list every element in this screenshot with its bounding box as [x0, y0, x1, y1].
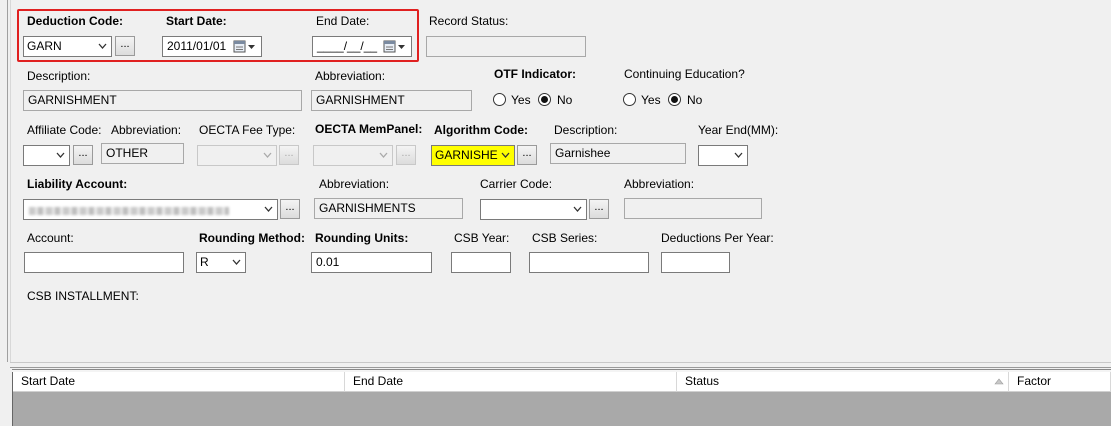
- liability-abbreviation-label: Abbreviation:: [319, 177, 390, 191]
- abbreviation-field: GARNISHMENT: [311, 90, 472, 111]
- deduction-code-value: GARN: [27, 39, 62, 53]
- carrier-code-lookup-button[interactable]: ...: [589, 199, 609, 219]
- grid-header-end-date[interactable]: End Date: [345, 372, 677, 392]
- cont-ed-no-radio[interactable]: [668, 93, 681, 106]
- deductions-per-year-label: Deductions Per Year:: [661, 231, 774, 245]
- grid-header-factor[interactable]: Factor: [1009, 372, 1111, 392]
- liability-account-select[interactable]: [23, 199, 278, 220]
- chevron-down-icon: [573, 206, 582, 212]
- carrier-code-select[interactable]: [480, 199, 587, 220]
- sort-ascending-icon: [994, 378, 1004, 385]
- deductions-per-year-input[interactable]: [661, 252, 730, 273]
- csb-year-label: CSB Year:: [454, 231, 510, 245]
- year-end-select[interactable]: [698, 145, 748, 166]
- algorithm-description-field: Garnishee: [550, 143, 686, 164]
- account-input[interactable]: [24, 252, 184, 273]
- otf-no-label: No: [557, 93, 573, 107]
- chevron-down-icon: [56, 152, 65, 158]
- year-end-label: Year End(MM):: [698, 123, 779, 137]
- rounding-units-input[interactable]: 0.01: [311, 252, 432, 273]
- rounding-method-value: R: [200, 255, 209, 269]
- description-label: Description:: [27, 69, 91, 83]
- csb-year-input[interactable]: [451, 252, 511, 273]
- oecta-fee-type-lookup-button[interactable]: ...: [279, 145, 299, 165]
- carrier-code-label: Carrier Code:: [480, 177, 553, 191]
- algorithm-code-value: GARNISHE: [435, 148, 498, 162]
- algorithm-code-select[interactable]: GARNISHE: [431, 145, 515, 166]
- chevron-down-icon: [98, 43, 107, 49]
- end-date-value: ____/__/__: [317, 39, 378, 53]
- carrier-abbreviation-field: [624, 198, 762, 219]
- otf-no-radio[interactable]: [538, 93, 551, 106]
- otf-yes-radio[interactable]: [493, 93, 506, 106]
- csb-series-input[interactable]: [529, 252, 649, 273]
- otf-yes-label: Yes: [511, 93, 531, 107]
- rounding-method-label: Rounding Method:: [199, 231, 305, 245]
- deduction-code-lookup-button[interactable]: ...: [115, 36, 135, 56]
- affiliate-code-select[interactable]: [23, 145, 70, 166]
- csb-series-label: CSB Series:: [532, 231, 598, 245]
- algorithm-description-label: Description:: [554, 123, 618, 137]
- continuing-education-label: Continuing Education?: [624, 67, 745, 81]
- csb-installment-label: CSB INSTALLMENT:: [27, 289, 139, 303]
- grid-top-border: [12, 369, 1111, 372]
- abbreviation-label: Abbreviation:: [315, 69, 386, 83]
- left-frame-line-2: [10, 0, 11, 362]
- end-date-label: End Date:: [316, 14, 370, 28]
- liability-account-lookup-button[interactable]: ...: [280, 199, 300, 219]
- panel-splitter[interactable]: [10, 362, 1111, 368]
- account-label: Account:: [27, 231, 74, 245]
- grid-header-start-date[interactable]: Start Date: [13, 372, 345, 392]
- algorithm-code-lookup-button[interactable]: ...: [517, 145, 537, 165]
- liability-account-label: Liability Account:: [27, 177, 128, 191]
- end-date-calendar-button[interactable]: [383, 39, 409, 54]
- description-field: GARNISHMENT: [23, 90, 302, 111]
- record-status-field: [426, 36, 586, 57]
- rounding-method-select[interactable]: R: [196, 252, 246, 273]
- left-frame-line: [7, 0, 8, 362]
- affiliate-abbreviation-field: OTHER: [101, 143, 184, 164]
- oecta-mempanel-lookup-button[interactable]: ...: [396, 145, 416, 165]
- affiliate-abbreviation-label: Abbreviation:: [111, 123, 182, 137]
- rounding-units-label: Rounding Units:: [315, 231, 409, 245]
- oecta-fee-type-label: OECTA Fee Type:: [199, 123, 296, 137]
- chevron-down-icon: [264, 206, 273, 212]
- deduction-code-label: Deduction Code:: [27, 14, 123, 28]
- liability-abbreviation-field: GARNISHMENTS: [314, 198, 463, 219]
- algorithm-code-label: Algorithm Code:: [434, 123, 528, 137]
- oecta-mempanel-select[interactable]: [313, 145, 393, 166]
- oecta-mempanel-label: OECTA MemPanel:: [315, 122, 423, 136]
- redacted-account-value: [29, 207, 229, 215]
- otf-indicator-label: OTF Indicator:: [494, 67, 576, 81]
- chevron-down-icon: [734, 152, 743, 158]
- chevron-down-icon: [379, 152, 388, 158]
- start-date-value: 2011/01/01: [167, 39, 227, 53]
- affiliate-code-lookup-button[interactable]: ...: [73, 145, 93, 165]
- cont-ed-yes-radio[interactable]: [623, 93, 636, 106]
- grid-header-status[interactable]: Status: [677, 372, 1009, 392]
- oecta-fee-type-select[interactable]: [197, 145, 277, 166]
- carrier-abbreviation-label: Abbreviation:: [624, 177, 695, 191]
- deduction-code-select[interactable]: GARN: [23, 36, 112, 57]
- calendar-icon: [383, 40, 405, 53]
- chevron-down-icon: [232, 259, 241, 265]
- chevron-down-icon: [501, 152, 510, 158]
- chevron-down-icon: [263, 152, 272, 158]
- cont-ed-no-label: No: [687, 93, 703, 107]
- affiliate-code-label: Affiliate Code:: [27, 123, 102, 137]
- start-date-calendar-button[interactable]: [233, 39, 259, 54]
- cont-ed-yes-label: Yes: [641, 93, 661, 107]
- calendar-icon: [233, 40, 255, 53]
- record-status-label: Record Status:: [429, 14, 509, 28]
- grid-header-status-label: Status: [685, 374, 720, 388]
- start-date-label: Start Date:: [166, 14, 227, 28]
